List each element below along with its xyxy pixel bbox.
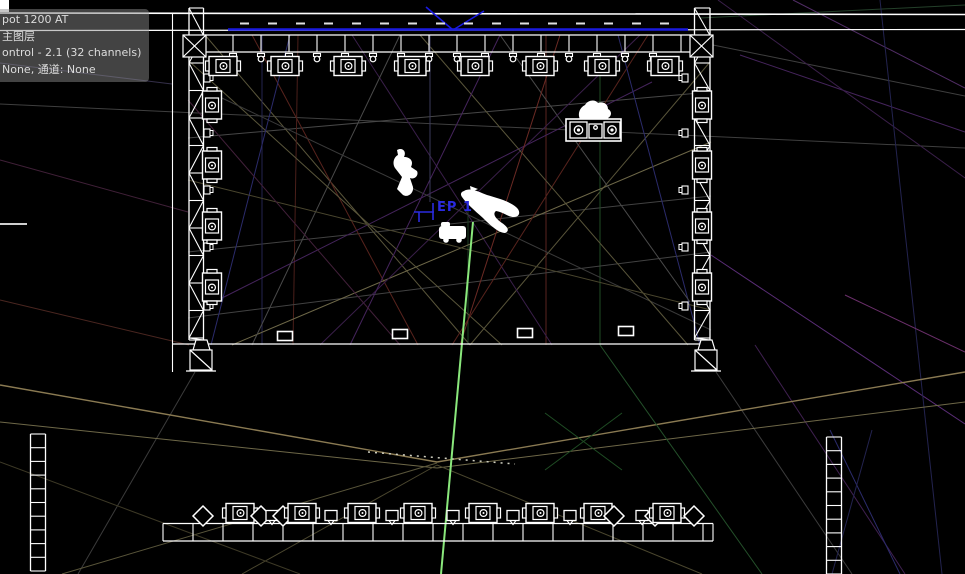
fixture-moving-head[interactable] [345, 504, 380, 523]
fixture-moving-head[interactable] [203, 209, 222, 244]
fixture-moving-head[interactable] [458, 57, 493, 76]
tooltip-line-control: ontrol - 2.1 (32 channels) [2, 45, 141, 62]
blue-pipe[interactable] [228, 7, 688, 30]
fixture-moving-head[interactable] [585, 57, 620, 76]
fixture-par-cube[interactable] [447, 511, 459, 525]
truss-clamp [314, 54, 321, 62]
truss-clamp [566, 54, 573, 62]
dj-booth[interactable] [566, 101, 621, 141]
truss-clamp [679, 74, 688, 82]
front-left-ladder-truss[interactable] [31, 434, 46, 571]
fixture-moving-head[interactable] [401, 504, 436, 523]
fixture-moving-head[interactable] [648, 57, 683, 76]
fixture-moving-head[interactable] [650, 504, 685, 523]
truss-clamp [204, 186, 213, 194]
tooltip-line-fixture: pot 1200 AT [2, 12, 141, 29]
fixture-moving-head[interactable] [268, 57, 303, 76]
truss-clamp [622, 54, 629, 62]
truss-clamps [204, 54, 688, 311]
fixture-moving-head[interactable] [693, 270, 712, 305]
fixture-moving-head[interactable] [203, 88, 222, 123]
fixture-moving-head[interactable] [203, 148, 222, 183]
fixture-moving-head[interactable] [206, 57, 241, 76]
truss-clamp [679, 243, 688, 251]
fixture-moving-head[interactable] [331, 57, 366, 76]
truss-clamp [679, 302, 688, 310]
truss-clamp [679, 129, 688, 137]
fixture-moving-head[interactable] [285, 504, 320, 523]
fixture-par-cube[interactable] [564, 511, 576, 525]
stage-monitor-wedge[interactable] [393, 330, 408, 339]
stage-monitor-wedge[interactable] [619, 327, 634, 336]
green-beam-line[interactable] [441, 222, 473, 574]
truss-clamp [204, 129, 213, 137]
truss-clamp [370, 54, 377, 62]
tooltip-line-layer: 主图层 [2, 29, 141, 46]
canvas-viewport[interactable]: pot 1200 AT 主图层 ontrol - 2.1 (32 channel… [0, 0, 965, 574]
wireframe-noise [0, 0, 965, 574]
tooltip-line-channel: None, 通道: None [2, 62, 141, 79]
prop-van[interactable] [439, 222, 466, 243]
fixture-par-cube[interactable] [507, 511, 519, 525]
bottom-truss[interactable] [163, 524, 713, 542]
tooltip: pot 1200 AT 主图层 ontrol - 2.1 (32 channel… [0, 9, 149, 82]
ep-label: EP 1 [437, 200, 473, 215]
fixture-moving-head[interactable] [693, 88, 712, 123]
stage-monitor-wedge[interactable] [518, 329, 533, 338]
wireframe-scene [0, 0, 965, 574]
fixture-par-cube[interactable] [386, 511, 398, 525]
truss-clamp [679, 186, 688, 194]
fixture-moving-head[interactable] [523, 504, 558, 523]
truss-clamp [510, 54, 517, 62]
stage-monitor-wedge[interactable] [278, 332, 293, 341]
fixture-moving-head[interactable] [693, 209, 712, 244]
truss-clamp [204, 243, 213, 251]
fixture-moving-head[interactable] [693, 148, 712, 183]
fixture-moving-head[interactable] [466, 504, 501, 523]
fixture-moving-head[interactable] [523, 57, 558, 76]
truss-clamp [258, 54, 265, 62]
left-truss[interactable] [189, 8, 204, 340]
fixture-moving-head[interactable] [203, 270, 222, 305]
fixture-moving-head[interactable] [395, 57, 430, 76]
fixture-moving-head[interactable] [223, 504, 258, 523]
